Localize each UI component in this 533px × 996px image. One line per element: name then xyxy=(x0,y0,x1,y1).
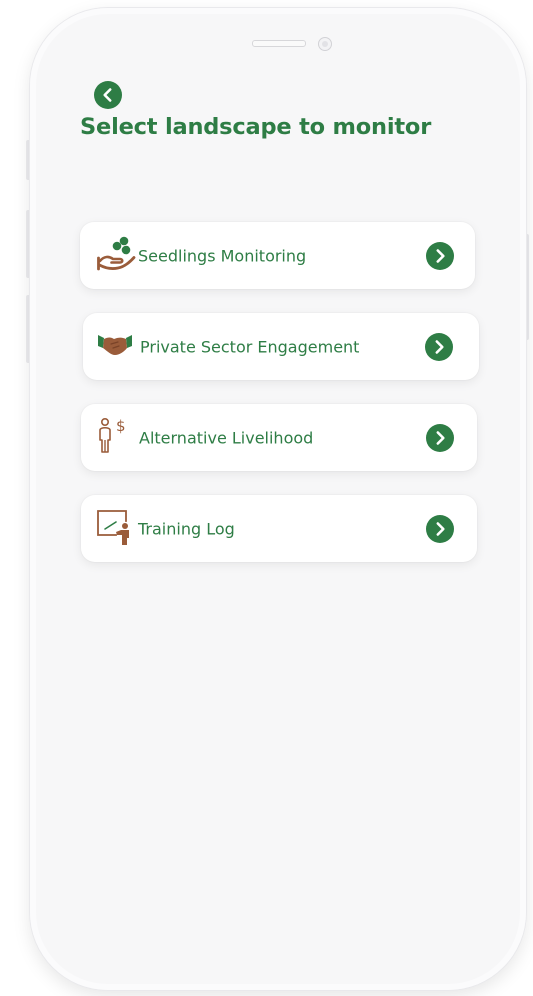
menu-item-alternative-livelihood[interactable]: $ Alternative Livelihood xyxy=(81,404,477,471)
chevron-left-icon xyxy=(103,88,112,102)
menu-item-training-log[interactable]: Training Log xyxy=(81,495,477,562)
handshake-icon xyxy=(97,331,133,363)
menu-item-label: Alternative Livelihood xyxy=(139,428,314,447)
svg-text:$: $ xyxy=(116,417,126,435)
back-button[interactable] xyxy=(94,81,122,109)
page-title: Select landscape to monitor xyxy=(80,114,432,140)
menu-item-private-sector-engagement[interactable]: Private Sector Engagement xyxy=(83,313,479,380)
chevron-right-icon[interactable] xyxy=(425,332,453,361)
menu-item-label: Training Log xyxy=(138,519,235,538)
app-screen: Select landscape to monitor Seedlings Mo… xyxy=(0,0,533,996)
screen-content: Select landscape to monitor Seedlings Mo… xyxy=(0,0,533,996)
chevron-right-icon[interactable] xyxy=(426,241,454,270)
menu-item-seedlings-monitoring[interactable]: Seedlings Monitoring xyxy=(80,222,475,289)
seedlings-hand-icon xyxy=(96,234,136,278)
chevron-right-icon[interactable] xyxy=(426,514,454,543)
person-dollar-icon: $ xyxy=(97,417,131,459)
menu-item-label: Private Sector Engagement xyxy=(140,337,360,356)
menu-item-label: Seedlings Monitoring xyxy=(138,246,307,265)
training-board-icon xyxy=(96,509,132,549)
chevron-right-icon[interactable] xyxy=(426,423,454,452)
